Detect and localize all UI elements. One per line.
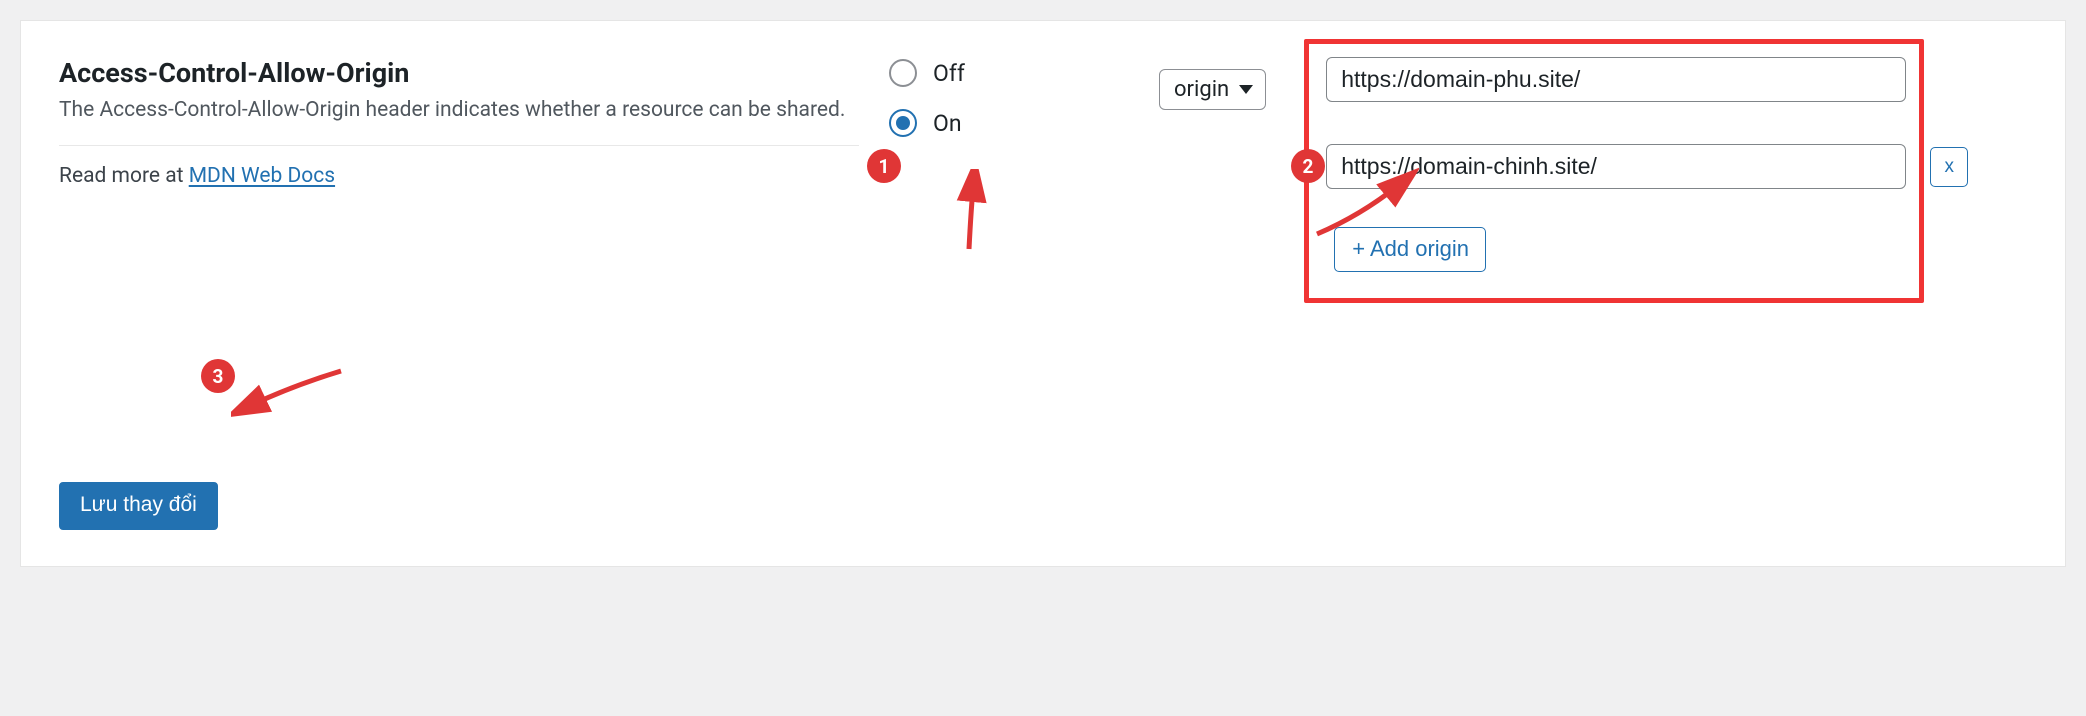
settings-card: Access-Control-Allow-Origin The Access-C…	[20, 20, 2066, 567]
add-origin-button[interactable]: + Add origin	[1334, 227, 1486, 272]
radio-off-label: Off	[933, 60, 965, 87]
setting-description-col: Access-Control-Allow-Origin The Access-C…	[59, 57, 859, 188]
setting-title: Access-Control-Allow-Origin	[59, 57, 859, 89]
origins-col: x + Add origin	[1296, 57, 2027, 272]
radio-on-circle[interactable]	[889, 109, 917, 137]
read-more-prefix: Read more at	[59, 164, 189, 188]
radio-option-off[interactable]: Off	[889, 59, 1079, 87]
radio-on-label: On	[933, 110, 962, 137]
origin-type-select[interactable]: origin	[1159, 69, 1266, 110]
mdn-link[interactable]: MDN Web Docs	[189, 164, 335, 188]
origin-input-1[interactable]	[1326, 144, 1906, 189]
origin-select-value: origin	[1174, 77, 1229, 102]
setting-description: The Access-Control-Allow-Origin header i…	[59, 95, 859, 127]
chevron-down-icon	[1239, 85, 1253, 94]
divider	[59, 145, 859, 146]
save-row: Lưu thay đổi	[59, 482, 2027, 530]
setting-row: Access-Control-Allow-Origin The Access-C…	[59, 57, 2027, 272]
origin-row-1: x	[1326, 144, 2027, 189]
radio-group: Off On	[889, 57, 1079, 159]
annotation-arrow-3	[231, 361, 351, 421]
add-origin-container: + Add origin	[1334, 227, 2027, 272]
radio-option-on[interactable]: On	[889, 109, 1079, 137]
origin-row-0	[1326, 57, 2027, 102]
annotation-badge-3: 3	[201, 359, 235, 393]
radio-off-circle[interactable]	[889, 59, 917, 87]
origin-select-col: origin	[1109, 57, 1266, 110]
save-button[interactable]: Lưu thay đổi	[59, 482, 218, 530]
read-more-line: Read more at MDN Web Docs	[59, 164, 859, 188]
remove-origin-button[interactable]: x	[1930, 147, 1968, 187]
origin-input-0[interactable]	[1326, 57, 1906, 102]
radio-on-dot	[896, 116, 910, 130]
